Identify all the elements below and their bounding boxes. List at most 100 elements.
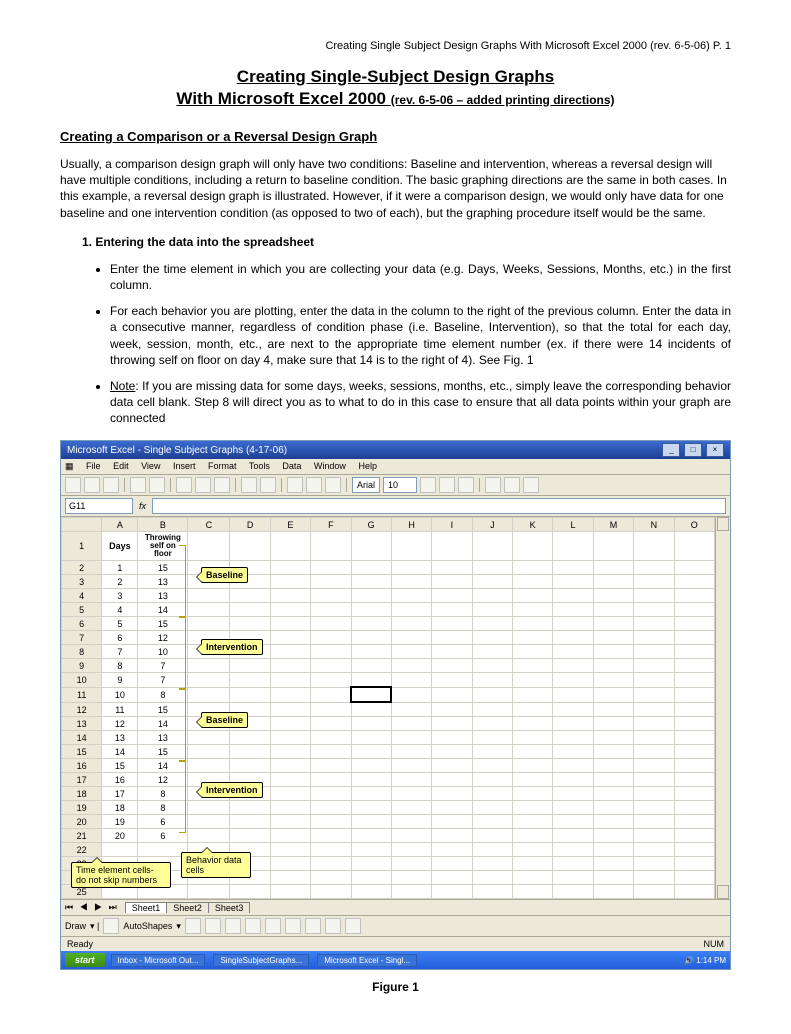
cell[interactable] [472, 687, 512, 702]
cell[interactable] [634, 702, 674, 717]
cell[interactable] [634, 603, 674, 617]
col-header[interactable]: L [553, 518, 593, 532]
cell[interactable] [311, 561, 351, 575]
cell[interactable] [432, 532, 472, 561]
cell[interactable] [432, 659, 472, 673]
cell[interactable] [593, 801, 633, 815]
col-header[interactable]: M [593, 518, 633, 532]
cell[interactable] [472, 773, 512, 787]
cell[interactable]: 16 [102, 773, 138, 787]
cell[interactable] [634, 829, 674, 843]
cell[interactable] [270, 801, 310, 815]
menu-window[interactable]: Window [314, 461, 346, 471]
cell[interactable] [553, 885, 593, 899]
cell[interactable] [270, 673, 310, 688]
cell[interactable] [432, 801, 472, 815]
cell[interactable] [472, 603, 512, 617]
cell[interactable] [230, 745, 270, 759]
cell[interactable]: 9 [102, 673, 138, 688]
cell[interactable] [311, 631, 351, 645]
col-header[interactable]: K [513, 518, 553, 532]
cell[interactable] [674, 857, 715, 871]
cell[interactable] [553, 871, 593, 885]
cell[interactable] [230, 659, 270, 673]
cell[interactable] [391, 717, 431, 731]
cell[interactable] [472, 617, 512, 631]
row-header[interactable]: 10 [62, 673, 102, 688]
cell[interactable] [432, 603, 472, 617]
chart-icon[interactable] [325, 477, 341, 493]
cell[interactable] [270, 745, 310, 759]
cell[interactable] [230, 801, 270, 815]
cell[interactable] [634, 731, 674, 745]
cell[interactable] [674, 759, 715, 773]
cell[interactable] [634, 589, 674, 603]
cell[interactable] [674, 687, 715, 702]
cell[interactable] [432, 745, 472, 759]
cell[interactable] [472, 815, 512, 829]
cell[interactable] [230, 731, 270, 745]
cell[interactable] [230, 687, 270, 702]
cell[interactable] [472, 759, 512, 773]
cell[interactable] [270, 829, 310, 843]
align-left-icon[interactable] [485, 477, 501, 493]
cell[interactable] [674, 843, 715, 857]
cell[interactable] [634, 801, 674, 815]
row-header[interactable]: 13 [62, 717, 102, 731]
cell[interactable] [351, 561, 391, 575]
row-header[interactable]: 1 [62, 532, 102, 561]
cell[interactable] [634, 843, 674, 857]
taskbar-item[interactable]: Inbox - Microsoft Out... [111, 954, 206, 967]
cell[interactable] [593, 631, 633, 645]
row-header[interactable]: 6 [62, 617, 102, 631]
col-header[interactable]: G [351, 518, 391, 532]
cell[interactable] [188, 603, 230, 617]
line-color-icon[interactable] [325, 918, 341, 934]
cell[interactable] [311, 589, 351, 603]
sort-icon[interactable] [306, 477, 322, 493]
cell[interactable] [432, 673, 472, 688]
cell[interactable] [432, 589, 472, 603]
cell[interactable] [674, 575, 715, 589]
align-right-icon[interactable] [523, 477, 539, 493]
cell[interactable] [513, 717, 553, 731]
cell[interactable] [391, 787, 431, 801]
cell[interactable] [311, 702, 351, 717]
cell[interactable] [593, 759, 633, 773]
cell[interactable] [351, 645, 391, 659]
cell[interactable] [351, 617, 391, 631]
col-header[interactable]: D [230, 518, 270, 532]
cell[interactable] [513, 857, 553, 871]
cell[interactable] [351, 871, 391, 885]
cell[interactable] [553, 645, 593, 659]
cell[interactable] [593, 687, 633, 702]
row-header[interactable]: 9 [62, 659, 102, 673]
cell[interactable] [472, 575, 512, 589]
cell[interactable] [432, 631, 472, 645]
cell[interactable] [432, 857, 472, 871]
cell[interactable] [351, 745, 391, 759]
row-header[interactable]: 20 [62, 815, 102, 829]
cell[interactable] [553, 589, 593, 603]
cell[interactable]: 8 [102, 659, 138, 673]
cell[interactable] [472, 787, 512, 801]
cell[interactable] [311, 603, 351, 617]
cell[interactable] [230, 589, 270, 603]
cell[interactable] [351, 631, 391, 645]
cell[interactable] [311, 687, 351, 702]
cell[interactable] [513, 787, 553, 801]
cell[interactable] [351, 687, 391, 702]
cell[interactable] [513, 532, 553, 561]
cell[interactable] [593, 731, 633, 745]
rectangle-icon[interactable] [225, 918, 241, 934]
cell[interactable] [351, 731, 391, 745]
cell[interactable] [472, 717, 512, 731]
cell[interactable] [513, 745, 553, 759]
open-icon[interactable] [84, 477, 100, 493]
cell[interactable] [472, 857, 512, 871]
row-header[interactable]: 5 [62, 603, 102, 617]
cell[interactable] [270, 645, 310, 659]
cell[interactable] [634, 815, 674, 829]
cell[interactable] [553, 759, 593, 773]
cell[interactable] [270, 815, 310, 829]
